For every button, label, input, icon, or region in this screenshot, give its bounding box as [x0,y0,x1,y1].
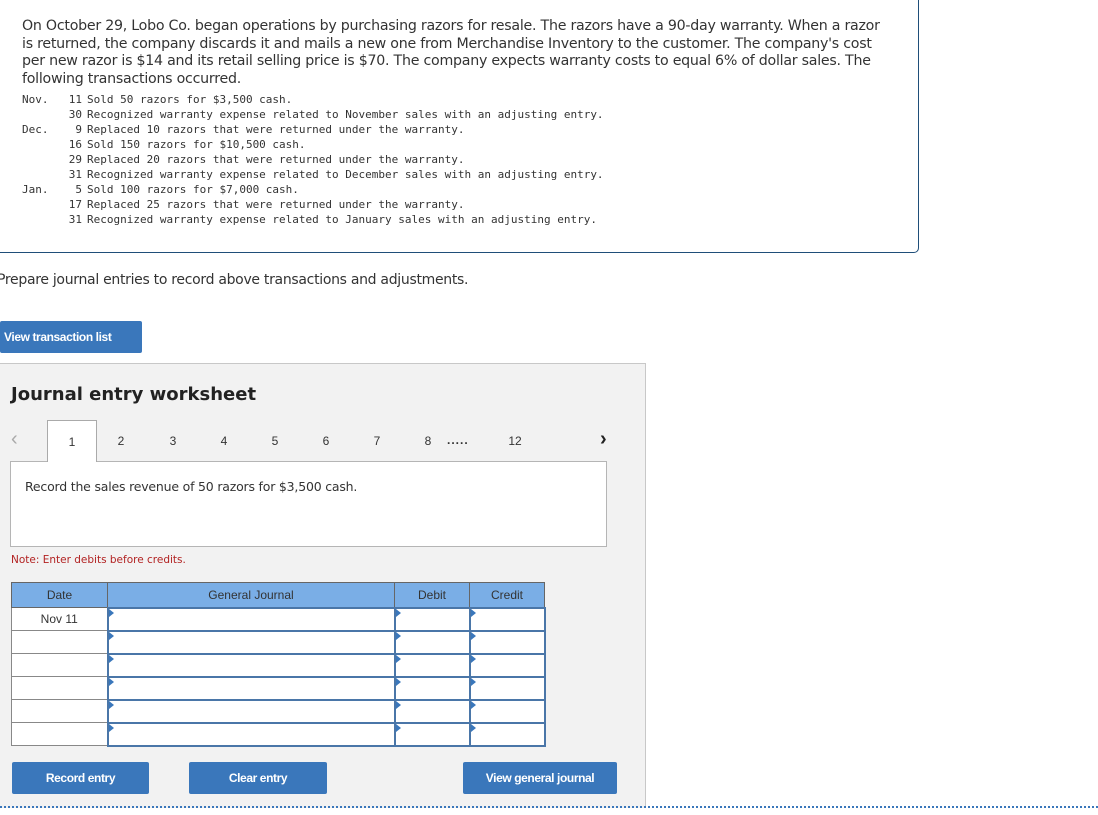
tab-entry-8[interactable]: 8 [408,420,448,462]
tab-entry-3[interactable]: 3 [153,420,193,462]
date-cell [11,722,108,746]
transaction-description: Replaced 10 razors that were returned un… [87,123,465,136]
record-entry-button[interactable]: Record entry [12,762,149,794]
table-row [11,698,546,724]
credit-input[interactable] [468,675,546,701]
transaction-description: Recognized warranty expense related to N… [87,108,604,121]
pager-ellipsis: ..... [447,433,469,447]
table-row [11,675,546,701]
account-input[interactable] [106,698,396,724]
table-row [11,652,546,678]
tab-entry-1[interactable]: 1 [47,420,97,462]
transaction-description: Sold 150 razors for $10,500 cash. [87,138,306,151]
table-row: Nov 11 [11,606,546,632]
transaction-item: 30 Recognized warranty expense related to… [22,107,604,122]
credit-input[interactable] [468,652,546,678]
transaction-month: Nov. [22,93,49,106]
transaction-item: Jan. 5 Sold 100 razors for $7,000 cash. [22,182,604,197]
journal-entry-worksheet: Journal entry worksheet ‹ 1 2 3 4 5 6 7 … [0,363,646,808]
transaction-month [22,212,58,227]
transaction-month [22,137,58,152]
transaction-day: 5 [75,183,82,196]
transaction-day: 31 [68,168,82,181]
credit-input[interactable] [468,721,546,747]
clear-entry-button[interactable]: Clear entry [189,762,327,794]
debit-input[interactable] [393,721,471,747]
credit-input[interactable] [468,606,546,632]
transaction-description: Recognized warranty expense related to J… [87,213,597,226]
credit-input[interactable] [468,698,546,724]
account-input[interactable] [106,629,396,655]
entry-description-box: Record the sales revenue of 50 razors fo… [10,461,607,547]
transaction-month [22,197,58,212]
transaction-month: Dec. [22,123,49,136]
transaction-day: 31 [68,213,82,226]
tab-entry-2[interactable]: 2 [101,420,141,462]
transaction-item: 17 Replaced 25 razors that were returned … [22,197,604,212]
view-general-journal-button[interactable]: View general journal [463,762,617,794]
header-debit: Debit [394,582,470,608]
transaction-item: 31 Recognized warranty expense related to… [22,167,604,182]
date-cell [11,699,108,723]
debit-input[interactable] [393,698,471,724]
instructions: Prepare journal entries to record above … [0,272,469,288]
transaction-day: 29 [68,153,82,166]
date-cell: Nov 11 [11,607,108,631]
transaction-item: 16 Sold 150 razors for $10,500 cash. [22,137,604,152]
table-row [11,721,546,747]
view-transaction-list-button[interactable]: View transaction list [0,321,142,353]
transaction-month [22,167,58,182]
transaction-description: Sold 100 razors for $7,000 cash. [87,183,299,196]
debit-input[interactable] [393,652,471,678]
transaction-description: Sold 50 razors for $3,500 cash. [87,93,293,106]
date-cell [11,676,108,700]
tab-entry-4[interactable]: 4 [204,420,244,462]
debit-input[interactable] [393,629,471,655]
table-row [11,629,546,655]
transaction-item: Dec. 9 Replaced 10 razors that were return… [22,122,604,137]
chevron-right-icon[interactable]: › [600,428,607,451]
header-date: Date [11,582,108,608]
account-input[interactable] [106,652,396,678]
transaction-month: Jan. [22,183,49,196]
tab-entry-5[interactable]: 5 [255,420,295,462]
date-cell [11,630,108,654]
chevron-left-icon[interactable]: ‹ [11,428,18,451]
worksheet-title: Journal entry worksheet [11,384,257,405]
account-input[interactable] [106,721,396,747]
transaction-list: Nov. 11 Sold 50 razors for $3,500 cash. 30 R… [22,92,604,227]
transaction-day: 16 [68,138,82,151]
account-input[interactable] [106,675,396,701]
header-credit: Credit [469,582,545,608]
transaction-description: Replaced 20 razors that were returned un… [87,153,465,166]
question-intro: On October 29, Lobo Co. began operations… [22,18,880,87]
transaction-day: 11 [68,93,82,106]
transaction-day: 17 [68,198,82,211]
header-general-journal: General Journal [107,582,395,608]
transaction-description: Replaced 25 razors that were returned un… [87,198,465,211]
transaction-day: 9 [75,123,82,136]
section-divider [0,806,1098,808]
credit-input[interactable] [468,629,546,655]
tab-entry-12[interactable]: 12 [495,420,535,462]
transaction-item: 31 Recognized warranty expense related to… [22,212,604,227]
date-cell [11,653,108,677]
tab-entry-6[interactable]: 6 [306,420,346,462]
tab-entry-7[interactable]: 7 [357,420,397,462]
journal-table: Date General Journal Debit Credit Nov 11 [11,582,546,747]
debit-input[interactable] [393,675,471,701]
transaction-day: 30 [68,108,82,121]
transaction-item: Nov. 11 Sold 50 razors for $3,500 cash. [22,92,604,107]
transaction-description: Recognized warranty expense related to D… [87,168,604,181]
transaction-item: 29 Replaced 20 razors that were returned … [22,152,604,167]
transaction-month [22,107,58,122]
entry-description: Record the sales revenue of 50 razors fo… [25,479,358,494]
transaction-month [22,152,58,167]
entry-pager: ‹ 1 2 3 4 5 6 7 8 ..... 12 › [0,420,646,462]
journal-header-row: Date General Journal Debit Credit [11,582,545,608]
debit-input[interactable] [393,606,471,632]
account-input[interactable] [106,606,396,632]
debits-note: Note: Enter debits before credits. [11,554,186,566]
